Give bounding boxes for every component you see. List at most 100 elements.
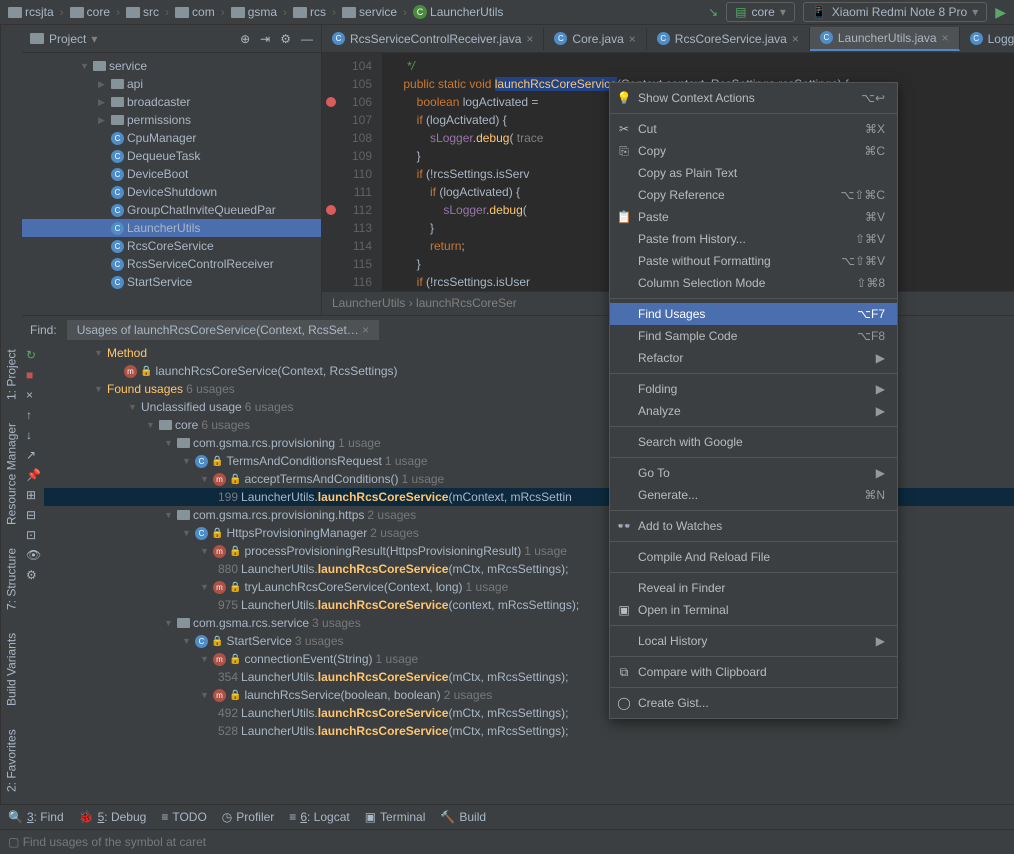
tree-item[interactable]: CRcsServiceControlReceiver — [22, 255, 321, 273]
menu-item[interactable]: Generate...⌘N — [610, 484, 897, 506]
next-icon[interactable]: ↓ — [26, 428, 40, 442]
close-icon[interactable]: × — [942, 31, 949, 45]
menu-icon: 💡 — [616, 91, 632, 105]
export-icon[interactable]: ↗ — [26, 448, 40, 462]
pin-icon[interactable]: 📌 — [26, 468, 40, 482]
locate-icon[interactable]: ⊕ — [240, 32, 250, 46]
tree-item[interactable]: CRcsCoreService — [22, 237, 321, 255]
menu-item[interactable]: 💡Show Context Actions⌥↩ — [610, 87, 897, 109]
breakpoint-icon[interactable] — [326, 97, 336, 107]
build-icon[interactable]: ↘ — [708, 5, 718, 19]
breakpoint-icon[interactable] — [326, 205, 336, 215]
tree-item[interactable]: ▶api — [22, 75, 321, 93]
bottom-bar-item[interactable]: 🔍3: Find — [8, 810, 64, 824]
tree-item[interactable]: CGroupChatInviteQueuedPar — [22, 201, 321, 219]
editor-tab[interactable]: CCore.java× — [544, 28, 646, 50]
top-toolbar: rcsjta›core›src›com›gsma›rcs›service›CLa… — [0, 0, 1014, 25]
sidebar-tab-resource[interactable]: Resource Manager — [3, 419, 21, 529]
breadcrumb-item[interactable]: service — [342, 5, 397, 19]
breadcrumb-item[interactable]: gsma — [231, 5, 277, 19]
menu-item[interactable]: ⧉Compare with Clipboard — [610, 661, 897, 683]
menu-icon: ⧉ — [616, 665, 632, 680]
folder-icon — [30, 33, 44, 44]
tree-item[interactable]: CCpuManager — [22, 129, 321, 147]
menu-item[interactable]: ▣Open in Terminal — [610, 599, 897, 621]
device-select[interactable]: 📱 Xiaomi Redmi Note 8 Pro ▾ — [803, 2, 987, 22]
bottom-bar-item[interactable]: ≡6: Logcat — [289, 810, 349, 824]
menu-item[interactable]: Column Selection Mode⇧⌘8 — [610, 272, 897, 294]
menu-item[interactable]: 👓Add to Watches — [610, 515, 897, 537]
sidebar-tab-favorites[interactable]: 2: Favorites — [3, 725, 21, 796]
find-tab[interactable]: Usages of launchRcsCoreService(Context, … — [67, 320, 379, 340]
tree-item[interactable]: ▶permissions — [22, 111, 321, 129]
breadcrumb-item[interactable]: rcs — [293, 5, 326, 19]
expand-icon[interactable]: ⊞ — [26, 488, 40, 502]
menu-item[interactable]: Local History▶ — [610, 630, 897, 652]
usage-item[interactable]: 528 LauncherUtils.launchRcsCoreService(m… — [44, 722, 1014, 740]
bottom-bar-item[interactable]: ≡TODO — [161, 810, 206, 824]
breadcrumb-item[interactable]: CLauncherUtils — [413, 5, 503, 19]
menu-item[interactable]: Compile And Reload File — [610, 546, 897, 568]
rerun-icon[interactable]: ↻ — [26, 348, 40, 362]
menu-item[interactable]: Paste from History...⇧⌘V — [610, 228, 897, 250]
tree-item[interactable]: CDequeueTask — [22, 147, 321, 165]
tree-item[interactable]: ▼service — [22, 57, 321, 75]
run-button[interactable]: ▶ — [995, 4, 1006, 21]
menu-item[interactable]: Find Usages⌥F7 — [610, 303, 897, 325]
tree-item[interactable]: CDeviceShutdown — [22, 183, 321, 201]
breadcrumb-item[interactable]: rcsjta — [8, 5, 54, 19]
project-title[interactable]: Project ▾ — [30, 32, 240, 46]
sidebar-tab-build[interactable]: Build Variants — [3, 629, 21, 710]
filter-icon[interactable]: ⚙ — [26, 568, 40, 582]
bottom-bar-item[interactable]: 🔨Build — [440, 810, 486, 824]
menu-item[interactable]: Analyze▶ — [610, 400, 897, 422]
menu-item[interactable]: Search with Google — [610, 431, 897, 453]
close-icon[interactable]: × — [526, 32, 533, 46]
menu-item[interactable]: 📋Paste⌘V — [610, 206, 897, 228]
editor-tab[interactable]: CLogger.jav× — [960, 28, 1014, 50]
preview-icon[interactable]: 👁 — [26, 548, 40, 562]
sidebar-tab-structure[interactable]: 7: Structure — [3, 544, 21, 614]
tree-item[interactable]: CLauncherUtils — [22, 219, 321, 237]
hide-icon[interactable]: — — [301, 32, 313, 46]
breadcrumb-item[interactable]: src — [126, 5, 159, 19]
breadcrumb-item[interactable]: com — [175, 5, 215, 19]
collapse-icon[interactable]: ⇥ — [260, 32, 270, 46]
bottom-bar-item[interactable]: 🐞5: Debug — [79, 810, 147, 824]
prev-icon[interactable]: ↑ — [26, 408, 40, 422]
toolbar-right: ↘ ▤ core ▾ 📱 Xiaomi Redmi Note 8 Pro ▾ ▶ — [708, 2, 1006, 22]
menu-item[interactable]: Refactor▶ — [610, 347, 897, 369]
close-icon[interactable]: × — [362, 323, 369, 337]
project-header: Project ▾ ⊕ ⇥ ⚙ — — [22, 25, 321, 53]
group-icon[interactable]: ⊡ — [26, 528, 40, 542]
close-icon[interactable]: × — [629, 32, 636, 46]
menu-item[interactable]: Find Sample Code⌥F8 — [610, 325, 897, 347]
menu-item[interactable]: Go To▶ — [610, 462, 897, 484]
editor-tab[interactable]: CRcsCoreService.java× — [647, 28, 810, 50]
editor-tab[interactable]: CRcsServiceControlReceiver.java× — [322, 28, 544, 50]
collapse-icon[interactable]: ⊟ — [26, 508, 40, 522]
editor-tab[interactable]: CLauncherUtils.java× — [810, 27, 960, 51]
tree-item[interactable]: CDeviceBoot — [22, 165, 321, 183]
menu-item[interactable]: Copy as Plain Text — [610, 162, 897, 184]
sidebar-tab-project[interactable]: 1: Project — [3, 345, 21, 404]
menu-item[interactable]: Copy Reference⌥⇧⌘C — [610, 184, 897, 206]
menu-item[interactable]: ⎘Copy⌘C — [610, 140, 897, 162]
menu-item[interactable]: Reveal in Finder — [610, 577, 897, 599]
project-panel: Project ▾ ⊕ ⇥ ⚙ — ▼service▶api▶broadcast… — [22, 25, 322, 315]
close-icon[interactable]: × — [792, 32, 799, 46]
menu-item[interactable]: Folding▶ — [610, 378, 897, 400]
bottom-bar-item[interactable]: ◷Profiler — [222, 810, 275, 824]
stop-icon[interactable]: ■ — [26, 368, 40, 382]
close-panel-icon[interactable]: × — [26, 388, 40, 402]
menu-item[interactable]: ✂Cut⌘X — [610, 118, 897, 140]
tree-item[interactable]: CStartService — [22, 273, 321, 291]
run-config-select[interactable]: ▤ core ▾ — [726, 2, 795, 22]
settings-icon[interactable]: ⚙ — [280, 32, 291, 46]
menu-item[interactable]: ◯Create Gist... — [610, 692, 897, 714]
tree-item[interactable]: ▶broadcaster — [22, 93, 321, 111]
breadcrumb-item[interactable]: core — [70, 5, 110, 19]
menu-item[interactable]: Paste without Formatting⌥⇧⌘V — [610, 250, 897, 272]
bottom-icon: ≡ — [289, 810, 296, 824]
bottom-bar-item[interactable]: ▣Terminal — [365, 810, 426, 824]
